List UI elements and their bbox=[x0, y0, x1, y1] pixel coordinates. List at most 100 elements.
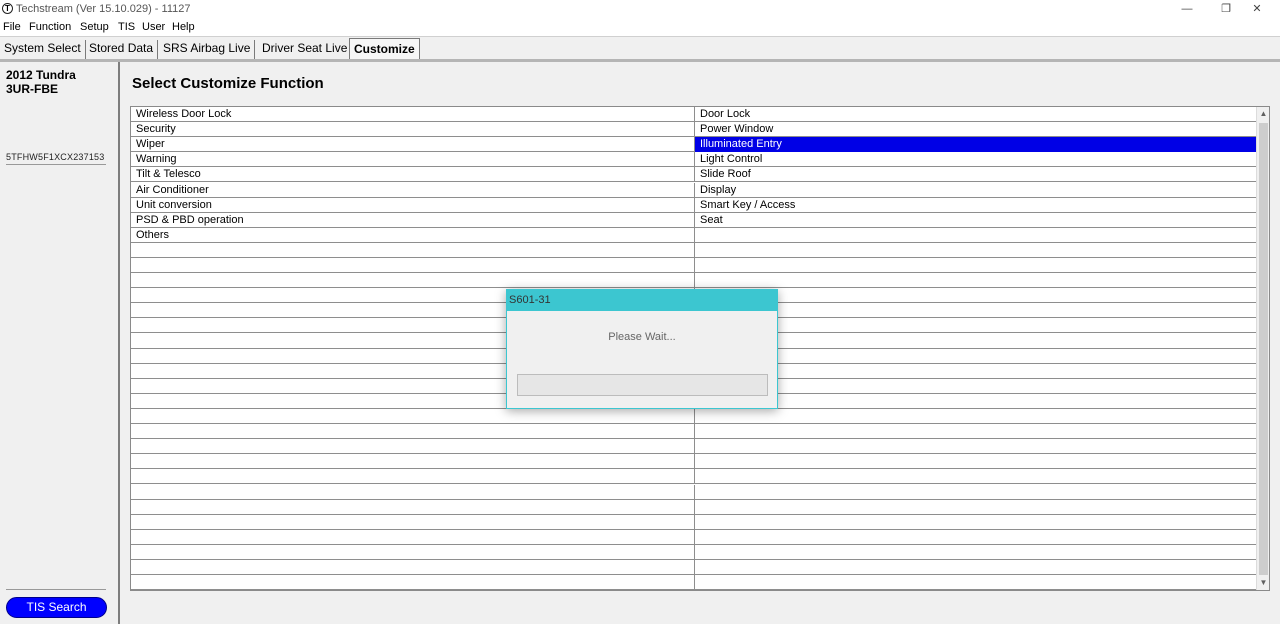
panel-divider bbox=[6, 589, 106, 590]
please-wait-dialog: S601-31 Please Wait... bbox=[506, 289, 778, 409]
table-row: Others bbox=[131, 227, 1257, 243]
tab-driver-seat-live[interactable]: Driver Seat Live bbox=[258, 40, 353, 59]
table-row bbox=[131, 499, 1257, 515]
left-function-cell[interactable]: Others bbox=[131, 227, 695, 243]
right-function-cell bbox=[695, 530, 1257, 545]
table-row bbox=[131, 424, 1257, 440]
table-row: Unit conversion Smart Key / Access bbox=[131, 197, 1257, 213]
tab-customize[interactable]: Customize bbox=[349, 38, 420, 59]
menu-help[interactable]: Help bbox=[172, 21, 195, 33]
vehicle-engine: 3UR-FBE bbox=[6, 82, 59, 96]
right-function-cell bbox=[695, 485, 1257, 500]
progress-bar bbox=[517, 374, 768, 396]
table-row: Air Conditioner Display bbox=[131, 182, 1257, 198]
right-function-cell bbox=[695, 364, 1257, 379]
right-function-cell bbox=[695, 394, 1257, 409]
vin-divider bbox=[6, 164, 106, 165]
right-function-cell[interactable]: Slide Roof bbox=[695, 167, 1257, 182]
right-function-cell bbox=[695, 318, 1257, 333]
left-function-cell[interactable]: Warning bbox=[131, 152, 695, 168]
table-row: PSD & PBD operation Seat bbox=[131, 212, 1257, 228]
right-function-cell bbox=[695, 228, 1257, 243]
left-function-cell bbox=[131, 424, 695, 440]
right-function-cell bbox=[695, 454, 1257, 469]
left-function-cell bbox=[131, 484, 695, 500]
left-function-cell bbox=[131, 273, 695, 289]
right-function-cell bbox=[695, 288, 1257, 303]
table-row: Security Power Window bbox=[131, 122, 1257, 138]
title-bar: T Techstream (Ver 15.10.029) - 11127 — ❐… bbox=[0, 0, 1280, 20]
left-function-cell bbox=[131, 258, 695, 273]
vehicle-info-panel: 2012 Tundra 3UR-FBE 5TFHW5F1XCX237153 TI… bbox=[0, 62, 120, 624]
tab-bar: System Select Stored Data SRS Airbag Liv… bbox=[0, 36, 1280, 60]
tab-system-select[interactable]: System Select bbox=[0, 40, 86, 59]
menu-user[interactable]: User bbox=[142, 21, 165, 33]
dialog-title: S601-31 bbox=[507, 290, 777, 311]
tis-search-button[interactable]: TIS Search bbox=[6, 597, 107, 618]
right-function-cell[interactable]: Seat bbox=[695, 213, 1257, 228]
vehicle-model: 2012 Tundra bbox=[6, 68, 76, 82]
left-function-cell bbox=[131, 409, 695, 424]
techstream-logo-icon: T bbox=[2, 3, 13, 14]
table-row bbox=[131, 484, 1257, 500]
menu-file[interactable]: File bbox=[3, 21, 21, 33]
left-function-cell bbox=[131, 514, 695, 530]
left-function-cell[interactable]: Wiper bbox=[131, 137, 695, 153]
left-function-cell bbox=[131, 439, 695, 455]
left-function-cell[interactable]: Unit conversion bbox=[131, 197, 695, 213]
table-row: Tilt & Telesco Slide Roof bbox=[131, 167, 1257, 183]
menu-setup[interactable]: Setup bbox=[80, 21, 109, 33]
left-function-cell[interactable]: Tilt & Telesco bbox=[131, 167, 695, 183]
right-function-cell bbox=[695, 545, 1257, 560]
right-function-cell bbox=[695, 303, 1257, 318]
right-function-cell[interactable]: Door Lock bbox=[695, 107, 1257, 122]
table-row bbox=[131, 242, 1257, 258]
table-row bbox=[131, 544, 1257, 560]
right-function-cell bbox=[695, 575, 1257, 590]
right-function-cell bbox=[695, 409, 1257, 424]
table-row: Wiper Illuminated Entry bbox=[131, 137, 1257, 153]
table-row bbox=[131, 409, 1257, 424]
left-function-cell bbox=[131, 454, 695, 470]
tab-stored-data[interactable]: Stored Data bbox=[85, 40, 159, 59]
table-row bbox=[131, 575, 1257, 590]
vertical-scrollbar[interactable]: ▲ ▼ bbox=[1256, 107, 1269, 590]
table-row: Warning Light Control bbox=[131, 152, 1257, 168]
window-title: Techstream (Ver 15.10.029) - 11127 bbox=[16, 3, 191, 15]
vehicle-vin: 5TFHW5F1XCX237153 bbox=[6, 152, 105, 162]
left-function-cell bbox=[131, 499, 695, 515]
menu-tis[interactable]: TIS bbox=[118, 21, 135, 33]
scroll-thumb[interactable] bbox=[1259, 123, 1268, 575]
menu-function[interactable]: Function bbox=[29, 21, 71, 33]
right-function-cell bbox=[695, 424, 1257, 439]
left-function-cell[interactable]: Wireless Door Lock bbox=[131, 107, 695, 122]
right-function-cell bbox=[695, 273, 1257, 288]
table-row bbox=[131, 258, 1257, 273]
right-function-cell[interactable]: Light Control bbox=[695, 152, 1257, 167]
right-function-cell bbox=[695, 258, 1257, 273]
right-function-cell bbox=[695, 560, 1257, 575]
scroll-down-icon[interactable]: ▼ bbox=[1257, 576, 1269, 590]
right-function-cell bbox=[695, 515, 1257, 530]
close-button[interactable]: ✕ bbox=[1234, 0, 1280, 20]
right-function-cell[interactable]: Power Window bbox=[695, 122, 1257, 137]
right-function-cell bbox=[695, 439, 1257, 454]
table-row: Wireless Door Lock Door Lock bbox=[131, 107, 1257, 122]
right-function-cell[interactable]: Smart Key / Access bbox=[695, 198, 1257, 213]
right-function-cell bbox=[695, 500, 1257, 515]
table-row bbox=[131, 454, 1257, 470]
table-row bbox=[131, 439, 1257, 455]
table-row bbox=[131, 529, 1257, 545]
scroll-up-icon[interactable]: ▲ bbox=[1257, 107, 1269, 121]
left-function-cell[interactable]: Air Conditioner bbox=[131, 182, 695, 198]
table-row bbox=[131, 560, 1257, 575]
left-function-cell[interactable]: Security bbox=[131, 122, 695, 138]
table-row bbox=[131, 514, 1257, 530]
left-function-cell[interactable]: PSD & PBD operation bbox=[131, 212, 695, 228]
dialog-message: Please Wait... bbox=[608, 331, 676, 343]
right-function-cell[interactable]: Display bbox=[695, 183, 1257, 198]
tab-srs-airbag-live[interactable]: SRS Airbag Live bbox=[159, 40, 256, 59]
left-function-cell bbox=[131, 544, 695, 560]
left-function-cell bbox=[131, 242, 695, 258]
right-function-cell[interactable]: Illuminated Entry bbox=[695, 137, 1257, 153]
